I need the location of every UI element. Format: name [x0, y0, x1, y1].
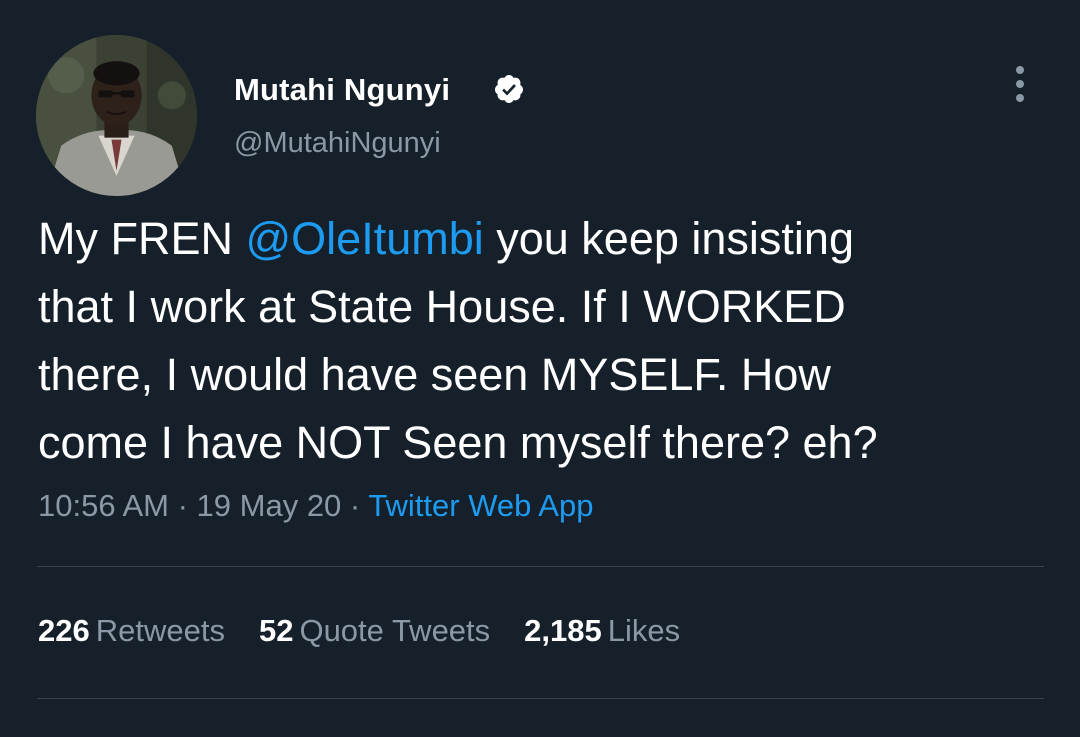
- retweets-stat[interactable]: 226 Retweets: [38, 613, 225, 649]
- meta-separator: ·: [341, 488, 369, 523]
- tweet-source-link[interactable]: Twitter Web App: [368, 488, 593, 523]
- likes-label: Likes: [607, 613, 681, 648]
- author-display-name[interactable]: Mutahi Ngunyi: [234, 72, 450, 108]
- quote-tweets-label: Quote Tweets: [299, 613, 491, 648]
- avatar[interactable]: [36, 35, 197, 196]
- tweet-detail-view: Mutahi Ngunyi @MutahiNgunyi My FREN @Ole…: [0, 0, 1080, 737]
- retweets-label: Retweets: [95, 613, 225, 648]
- tweet-text: My FREN @OleItumbi you keep insisting th…: [38, 205, 1048, 477]
- meta-separator: ·: [168, 488, 197, 523]
- divider: [37, 698, 1044, 699]
- divider: [37, 566, 1044, 567]
- quote-tweets-count: 52: [258, 613, 294, 648]
- more-options-icon[interactable]: [1008, 64, 1032, 104]
- tweet-time[interactable]: 10:56 AM: [38, 488, 169, 523]
- likes-count: 2,185: [524, 613, 602, 648]
- profile-photo-icon: [36, 35, 197, 196]
- tweet-text-start: My FREN: [38, 213, 246, 264]
- retweets-count: 226: [38, 613, 90, 648]
- tweet-meta: 10:56 AM · 19 May 20 · Twitter Web App: [38, 488, 593, 524]
- author-handle[interactable]: @MutahiNgunyi: [234, 127, 441, 160]
- likes-stat[interactable]: 2,185 Likes: [524, 613, 680, 649]
- verified-badge-icon: [494, 75, 523, 103]
- tweet-date[interactable]: 19 May 20: [197, 488, 342, 523]
- tweet-stats: 226 Retweets 52 Quote Tweets 2,185 Likes: [38, 613, 714, 649]
- mention-link[interactable]: @OleItumbi: [246, 213, 484, 264]
- quote-tweets-stat[interactable]: 52 Quote Tweets: [259, 613, 490, 649]
